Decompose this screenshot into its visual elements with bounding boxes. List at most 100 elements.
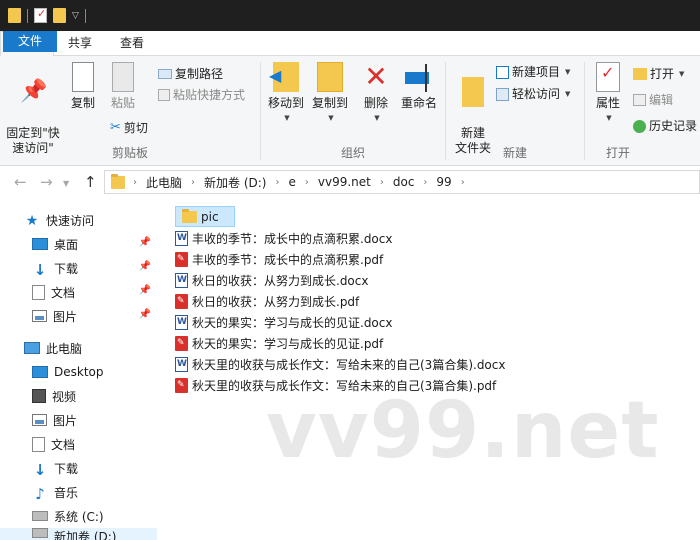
copy-label: 复制	[70, 96, 95, 110]
list-item[interactable]: 丰收的季节：成长中的点滴积累.pdf	[175, 249, 383, 270]
nav-item-videos[interactable]: 视频	[0, 384, 157, 408]
list-item[interactable]: 丰收的季节：成长中的点滴积累.docx	[175, 228, 392, 249]
easy-access-button[interactable]: 轻松访问 ▼	[496, 84, 570, 104]
chevron-right-icon[interactable]: ›	[419, 177, 431, 188]
chevron-right-icon[interactable]: ›	[129, 177, 141, 188]
nav-this-pc[interactable]: 此电脑	[0, 336, 157, 360]
scissors-icon: ✂	[110, 120, 121, 135]
title-bar: ▽	[0, 0, 700, 31]
nav-item-pictures[interactable]: 图片 📌	[0, 304, 157, 328]
music-icon: ♪	[35, 485, 45, 503]
word-doc-icon	[175, 273, 188, 288]
documents-icon	[32, 436, 45, 452]
paste-shortcut-button[interactable]: 粘贴快捷方式	[158, 85, 245, 105]
copy-path-button[interactable]: 复制路径	[158, 64, 223, 84]
edit-button[interactable]: 编辑	[633, 90, 673, 110]
edit-icon	[633, 94, 646, 106]
copy-to-button[interactable]: 复制到 ▼	[309, 62, 351, 126]
properties-button[interactable]: ✓ 属性 ▼	[591, 62, 625, 126]
breadcrumb-vv99[interactable]: vv99.net	[313, 175, 376, 189]
nav-item-desktop-pc[interactable]: Desktop	[0, 360, 157, 384]
breadcrumb-99[interactable]: 99	[431, 175, 456, 189]
rename-button[interactable]: 重命名	[397, 62, 441, 111]
new-folder-icon[interactable]	[53, 8, 66, 23]
pin-icon: 📌	[138, 309, 151, 320]
breadcrumb-e[interactable]: e	[283, 175, 300, 189]
drive-icon	[32, 511, 48, 521]
move-to-button[interactable]: ◀ 移动到 ▼	[265, 62, 307, 126]
file-name: 秋日的收获：从努力到成长.docx	[192, 274, 369, 288]
address-bar[interactable]: › 此电脑 › 新加卷 (D:) › e › vv99.net › doc › …	[104, 170, 700, 194]
list-item[interactable]: 秋天的果实：学习与成长的见证.pdf	[175, 333, 383, 354]
pictures-icon	[32, 310, 47, 322]
tab-view[interactable]: 查看	[106, 31, 158, 56]
paste-button[interactable]: 粘贴	[106, 62, 140, 111]
new-item-icon	[496, 65, 509, 79]
pin-quick-access-button[interactable]: 📌 固定到"快 速访问"	[4, 62, 62, 156]
nav-item-music[interactable]: ♪ 音乐	[0, 480, 157, 504]
history-button[interactable]: 历史记录	[633, 116, 697, 136]
cut-button[interactable]: ✂ 剪切	[110, 118, 148, 138]
chevron-right-icon[interactable]: ›	[457, 177, 469, 188]
list-item[interactable]: 秋天里的收获与成长作文：写给未来的自己(3篇合集).docx	[175, 354, 505, 375]
chevron-right-icon[interactable]: ›	[271, 177, 283, 188]
breadcrumb-this-pc[interactable]: 此电脑	[141, 174, 187, 191]
delete-button[interactable]: ✕ 删除 ▼	[359, 62, 393, 126]
nav-item-documents-pc[interactable]: 文档	[0, 432, 157, 456]
chevron-right-icon[interactable]: ›	[301, 177, 313, 188]
up-icon[interactable]: ↑	[84, 173, 97, 191]
nav-item-label: Desktop	[54, 365, 104, 379]
nav-item-pictures-pc[interactable]: 图片	[0, 408, 157, 432]
nav-quick-access[interactable]: ★ 快速访问	[0, 208, 157, 232]
download-icon: ↓	[33, 461, 47, 479]
tab-share[interactable]: 共享	[54, 31, 106, 56]
nav-item-documents[interactable]: 文档 📌	[0, 280, 157, 304]
organize-group: ◀ 移动到 ▼ 复制到 ▼ ✕ 删除 ▼ 重命名 组织	[261, 56, 445, 166]
new-group-label: 新建	[502, 146, 527, 160]
properties-icon[interactable]	[34, 7, 47, 23]
nav-item-label: 音乐	[54, 485, 79, 500]
open-label: 打开	[650, 67, 675, 81]
pin-icon: 📌	[20, 79, 48, 104]
chevron-right-icon[interactable]: ›	[376, 177, 388, 188]
breadcrumb-doc[interactable]: doc	[388, 175, 420, 189]
nav-item-downloads[interactable]: ↓ 下载 📌	[0, 256, 157, 280]
nav-this-pc-label: 此电脑	[46, 341, 83, 356]
nav-item-drive-c[interactable]: 系统 (C:)	[0, 504, 157, 528]
delete-label: 删除	[363, 96, 388, 110]
nav-item-drive-d[interactable]: 新加卷 (D:)	[0, 528, 157, 540]
separator	[84, 8, 86, 23]
list-item[interactable]: pic	[175, 206, 235, 227]
navigation-pane: ★ 快速访问 桌面 📌 ↓ 下载 📌 文档 📌 图片 📌 此电脑 Desktop…	[0, 198, 157, 540]
file-name: pic	[201, 209, 219, 224]
tab-file[interactable]: 文件	[3, 31, 58, 52]
list-item[interactable]: 秋天里的收获与成长作文：写给未来的自己(3篇合集).pdf	[175, 375, 496, 396]
back-icon[interactable]: ←	[14, 173, 27, 191]
open-button[interactable]: 打开 ▼	[633, 64, 684, 84]
list-item[interactable]: 秋日的收获：从努力到成长.docx	[175, 270, 368, 291]
list-item[interactable]: 秋日的收获：从努力到成长.pdf	[175, 291, 359, 312]
recent-chevron-down-icon[interactable]: ▼	[63, 179, 69, 188]
nav-item-label: 系统 (C:)	[54, 509, 104, 524]
forward-icon[interactable]: →	[40, 173, 53, 191]
address-row: ← → ▼ ↑ › 此电脑 › 新加卷 (D:) › e › vv99.net …	[0, 167, 700, 198]
clipboard-group-label: 剪贴板	[111, 146, 148, 160]
list-item[interactable]: 秋天的果实：学习与成长的见证.docx	[175, 312, 392, 333]
pdf-icon	[175, 378, 188, 393]
nav-item-label: 文档	[51, 285, 76, 300]
new-folder-button[interactable]: 新建 文件夹	[450, 62, 496, 156]
file-list: pic 丰收的季节：成长中的点滴积累.docx 丰收的季节：成长中的点滴积累.p…	[172, 204, 700, 540]
organize-group-label: 组织	[340, 146, 365, 160]
clipboard-icon	[112, 62, 134, 92]
word-doc-icon	[175, 357, 188, 372]
ribbon-tabs: 文件 主页 共享 查看	[0, 31, 700, 57]
nav-item-desktop[interactable]: 桌面 📌	[0, 232, 157, 256]
copy-button[interactable]: 复制	[66, 62, 100, 111]
nav-item-downloads-pc[interactable]: ↓ 下载	[0, 456, 157, 480]
new-item-button[interactable]: 新建项目 ▼	[496, 62, 570, 82]
chevron-down-icon[interactable]: ▽	[72, 11, 79, 21]
nav-item-label: 图片	[53, 413, 78, 428]
breadcrumb-drive-d[interactable]: 新加卷 (D:)	[199, 174, 271, 191]
chevron-right-icon[interactable]: ›	[187, 177, 199, 188]
file-name: 丰收的季节：成长中的点滴积累.docx	[192, 232, 393, 246]
